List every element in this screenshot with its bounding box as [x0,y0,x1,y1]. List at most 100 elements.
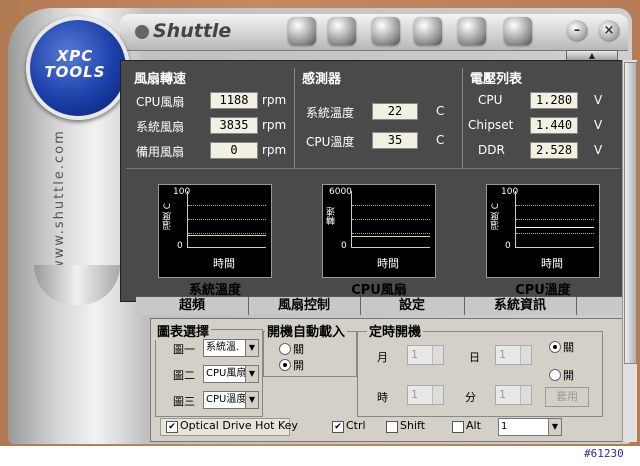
graph-ylabel: 轉速 [327,207,337,225]
graph-system-temp: 100 0 溫度 C 時間 [158,184,272,278]
grid-line [188,219,266,220]
graph-ylabel: 溫度 C [491,203,501,231]
timer-on-label: 開 [563,369,574,382]
close-button[interactable]: × [598,20,620,42]
alt-label: Alt [466,419,481,432]
chart2-value: CPU風扇 [206,368,247,379]
fan-value-system: 3835 [210,117,258,134]
chart-select-label: 圖一 [173,343,195,356]
graph-cpu-fan: 6000 0 轉速 時間 [322,184,436,278]
autoload-off-radio[interactable] [279,343,291,355]
brand-text: Shuttle [153,20,232,42]
chevron-down-icon: ▼ [245,392,258,408]
tab-bar: 超頻 風扇控制 設定 系統資訊 [136,296,624,315]
grid-line [516,233,594,234]
graph-ymin: 0 [505,241,511,251]
grid-line [188,205,266,206]
grid-line [352,233,430,234]
timer-day-spin[interactable]: 1 [495,345,532,365]
grid-line [188,233,266,234]
tab-settings[interactable]: 設定 [360,297,465,315]
spin-arrows-icon [520,386,531,404]
timer-month-spin[interactable]: 1 [407,345,444,365]
alt-checkbox[interactable] [452,421,464,433]
graph-trace [516,227,594,228]
footer-id: #61230 [584,447,624,460]
sensor-panel-title: 感測器 [302,72,342,87]
tab-overclock[interactable]: 超頻 [136,297,249,315]
optical-hotkey-checkbox[interactable]: ✔ [166,421,178,433]
logo-line-1: XPC [56,47,94,65]
timer-minute-label: 分 [465,391,476,404]
chevron-down-icon: ▼ [548,419,561,435]
voltage-panel-title: 電壓列表 [470,72,523,87]
tab-fan-control[interactable]: 風扇控制 [248,297,361,315]
hotkey-select[interactable]: 1 ▼ [498,418,562,436]
timer-minute-spin[interactable]: 1 [495,385,532,405]
fan-value-spare: 0 [210,142,258,159]
spin-arrows-icon [520,346,531,364]
minute-value: 1 [499,388,506,401]
shift-label: Shift [400,419,426,432]
timer-off-radio[interactable] [549,341,561,353]
voltage-unit: V [594,93,603,107]
chart-select-title: 圖表選擇 [155,321,212,340]
tools-icon[interactable] [372,17,400,45]
wizard-icon[interactable] [414,17,442,45]
fan-label-system: 系統風扇 [136,120,185,134]
voltage-label-cpu: CPU [478,93,503,107]
voltage-value-cpu: 1.280 [530,92,578,109]
timer-off-label: 關 [563,341,574,354]
chart3-select[interactable]: CPU溫度 ▼ [203,391,259,409]
graph-ymax: 6000 [329,187,352,197]
scrollbar-thumb[interactable] [624,62,637,364]
chart2-select[interactable]: CPU風扇 ▼ [203,365,259,383]
ctrl-label: Ctrl [346,419,366,432]
logo-text: XPC TOOLS [32,48,118,80]
chart1-select[interactable]: 系統溫. ▼ [203,339,259,357]
voltage-unit: V [594,143,603,157]
refresh-icon[interactable] [328,17,356,45]
spin-arrows-icon [432,386,443,404]
ctrl-checkbox[interactable]: ✔ [332,421,344,433]
fan-value-cpu: 1188 [210,92,258,109]
fan-icon[interactable] [288,17,316,45]
apply-button[interactable]: 套用 [545,387,589,407]
autoload-on-radio[interactable] [279,359,291,371]
timer-title: 定時開機 [367,321,424,340]
sensor-label-cpu: CPU溫度 [306,135,355,149]
vertical-scrollbar[interactable] [622,60,637,442]
timer-month-label: 月 [377,351,388,364]
chart-select-label: 圖二 [173,369,195,382]
brand-title: Shuttle [135,20,231,42]
grid-line [516,219,594,220]
chevron-down-icon: ▼ [245,340,258,356]
graph-cpu-temp: 100 0 溫度 C 時間 [486,184,600,278]
sensor-unit: C [436,133,445,147]
spin-arrows-icon [432,346,443,364]
graph-ylabel: 溫度 C [163,203,173,231]
timer-on-radio[interactable] [549,369,561,381]
tab-system-info[interactable]: 系統資訊 [464,297,577,315]
logo-line-2: TOOLS [44,63,106,81]
chart3-value: CPU溫度 [206,394,247,405]
graph-trace [352,236,430,237]
graph-xlabel: 時間 [541,257,563,270]
panel-divider-horizontal [126,168,620,169]
sensor-label-system: 系統溫度 [306,106,355,120]
shift-checkbox[interactable] [386,421,398,433]
graph-ymin: 0 [341,241,347,251]
shuttle-logo-icon [135,24,149,39]
timer-hour-spin[interactable]: 1 [407,385,444,405]
timer-hour-label: 時 [377,391,388,404]
settings-icon[interactable] [458,17,486,45]
sensor-unit: C [436,104,445,118]
chart1-value: 系統溫. [206,342,240,353]
help-icon[interactable] [504,17,532,45]
graph-xlabel: 時間 [377,257,399,270]
fan-unit: rpm [262,93,287,107]
graph-plot-area [187,191,266,248]
fan-unit: rpm [262,118,287,132]
chart-select-label: 圖三 [173,395,195,408]
minimize-button[interactable]: – [566,20,588,42]
